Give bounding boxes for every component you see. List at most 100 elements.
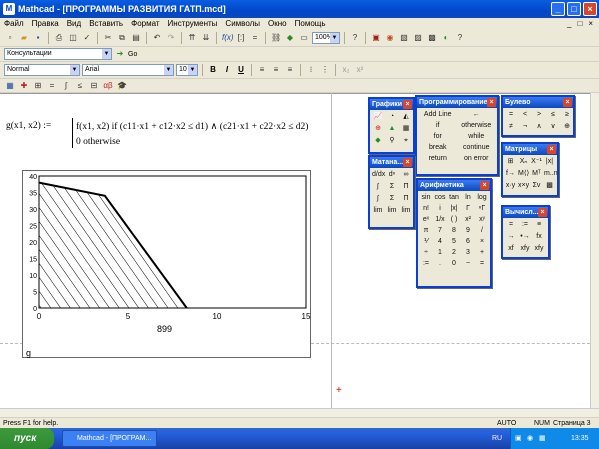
- arithmetic-key[interactable]: =: [476, 259, 488, 269]
- dot-product-icon[interactable]: x·y: [505, 181, 516, 191]
- less-equal-button[interactable]: ≤: [547, 110, 559, 120]
- piecewise-definition[interactable]: g(x1, x2) := f(x1, x2) if (c11·x1 + c12·…: [6, 118, 366, 153]
- zoom-select[interactable]: 100% ▼: [312, 31, 340, 44]
- resources-icon[interactable]: ▭: [298, 32, 310, 44]
- not-equal-button[interactable]: ≠: [505, 122, 517, 132]
- minimize-button[interactable]: _: [551, 2, 565, 16]
- align-left-icon[interactable]: ≡: [256, 64, 268, 76]
- cross-product-icon[interactable]: x×y: [518, 181, 529, 191]
- boolean-icon[interactable]: ≤: [74, 80, 86, 92]
- close-icon[interactable]: ×: [563, 98, 572, 107]
- symbolic-evaluate-button[interactable]: →: [505, 232, 517, 242]
- spell-check-icon[interactable]: ✓: [81, 32, 93, 44]
- language-indicator[interactable]: RU: [492, 428, 502, 449]
- close-icon[interactable]: ×: [538, 208, 547, 217]
- maximize-button[interactable]: □: [567, 2, 581, 16]
- arithmetic-key[interactable]: 3: [462, 248, 474, 258]
- arithmetic-key[interactable]: ln: [462, 193, 474, 203]
- indefinite-integral-icon[interactable]: ∫: [372, 194, 384, 204]
- style-select[interactable]: Normal ▼: [4, 64, 80, 76]
- arithmetic-key[interactable]: i: [434, 204, 446, 214]
- vertical-scrollbar[interactable]: [590, 93, 599, 408]
- arithmetic-key[interactable]: 2: [448, 248, 460, 258]
- infinity-icon[interactable]: ∞: [400, 170, 412, 180]
- postfix-operator-button[interactable]: xf: [505, 244, 517, 254]
- arithmetic-key[interactable]: tan: [448, 193, 460, 203]
- insert-matrix-icon[interactable]: ⊞: [505, 157, 516, 167]
- print-preview-icon[interactable]: ◫: [67, 32, 79, 44]
- tray-app-icon[interactable]: ▦: [539, 428, 546, 449]
- numbering-icon[interactable]: ⋮: [319, 64, 331, 76]
- infix-operator-button[interactable]: xfy: [519, 244, 531, 254]
- scatter-3d-icon[interactable]: ▦: [400, 124, 412, 134]
- vector-field-icon[interactable]: ◆: [372, 136, 384, 146]
- arithmetic-key[interactable]: n!: [420, 204, 432, 214]
- arithmetic-key[interactable]: eˣ: [420, 215, 432, 225]
- arithmetic-key[interactable]: ×: [476, 237, 488, 247]
- left-limit-icon[interactable]: lim: [400, 206, 412, 216]
- help-icon[interactable]: ?: [349, 32, 361, 44]
- derivative-icon[interactable]: d/dx: [372, 170, 385, 180]
- go-button[interactable]: Go: [128, 51, 137, 58]
- add-line-button[interactable]: Add Line: [419, 110, 457, 120]
- undo-icon[interactable]: ↶: [151, 32, 163, 44]
- superscript-icon[interactable]: x²: [354, 64, 366, 76]
- graph-icon[interactable]: ✚: [18, 80, 30, 92]
- product-icon[interactable]: Π: [400, 182, 412, 192]
- arithmetic-key[interactable]: π: [420, 226, 432, 236]
- taskbar-mathcad-button[interactable]: Mathcad - [ПРОГРАМ...: [62, 430, 157, 447]
- arithmetic-key[interactable]: cos: [434, 193, 446, 203]
- contour-plot-icon[interactable]: ⊕: [372, 124, 384, 134]
- definite-integral-icon[interactable]: ∫: [372, 182, 384, 192]
- limit-icon[interactable]: lim: [372, 206, 384, 216]
- evaluate-button[interactable]: =: [505, 220, 517, 230]
- trace-plot-icon[interactable]: ⌖: [400, 136, 412, 146]
- vector-sum-icon[interactable]: Σv: [531, 181, 542, 191]
- treefix-operator-button[interactable]: xfy: [533, 244, 545, 254]
- arithmetic-key[interactable]: Γ: [462, 204, 474, 214]
- close-icon[interactable]: ×: [403, 100, 412, 109]
- arithmetic-key[interactable]: 1: [434, 248, 446, 258]
- continue-button[interactable]: continue: [458, 143, 496, 153]
- arithmetic-key[interactable]: sin: [420, 193, 432, 203]
- zoom-plot-icon[interactable]: ⚲: [386, 136, 398, 146]
- menu-help[interactable]: Помощь: [291, 19, 330, 28]
- not-button[interactable]: ¬: [519, 122, 531, 132]
- arithmetic-key[interactable]: ( ): [448, 215, 460, 225]
- arithmetic-key[interactable]: .: [434, 259, 446, 269]
- prefix-operator-button[interactable]: fx: [533, 232, 545, 242]
- less-than-button[interactable]: <: [519, 110, 531, 120]
- paste-icon[interactable]: ▤: [130, 32, 142, 44]
- summation-icon[interactable]: Σ: [386, 182, 398, 192]
- mdi-minimize-button[interactable]: _: [567, 19, 571, 28]
- return-button[interactable]: return: [419, 154, 457, 164]
- right-limit-icon[interactable]: lim: [386, 206, 398, 216]
- otherwise-button[interactable]: otherwise: [458, 121, 496, 131]
- menu-window[interactable]: Окно: [264, 19, 291, 28]
- arithmetic-key[interactable]: x²: [462, 215, 474, 225]
- arithmetic-key[interactable]: 1/x: [434, 215, 446, 225]
- insert-function-icon[interactable]: f(x): [221, 32, 234, 44]
- range-variable-icon[interactable]: m..n: [544, 169, 558, 179]
- arithmetic-key[interactable]: xʸ: [476, 215, 488, 225]
- calculator-icon[interactable]: ▦: [4, 80, 16, 92]
- arithmetic-key[interactable]: +: [476, 248, 488, 258]
- surface-plot-icon[interactable]: ◭: [400, 112, 412, 122]
- nth-derivative-icon[interactable]: dⁿ: [386, 170, 398, 180]
- arithmetic-key[interactable]: 6: [462, 237, 474, 247]
- calculate-icon[interactable]: =: [249, 32, 261, 44]
- while-button[interactable]: while: [458, 132, 496, 142]
- bullets-icon[interactable]: ⁝: [305, 64, 317, 76]
- or-button[interactable]: ∨: [547, 122, 559, 132]
- horizontal-scrollbar[interactable]: [0, 408, 599, 417]
- menu-format[interactable]: Формат: [127, 19, 163, 28]
- open-icon[interactable]: ▰: [18, 32, 30, 44]
- close-icon[interactable]: ×: [547, 145, 556, 154]
- menu-file[interactable]: Файл: [0, 19, 28, 28]
- calculus-icon[interactable]: ∫: [60, 80, 72, 92]
- arithmetic-key[interactable]: 0: [448, 259, 460, 269]
- align-center-icon[interactable]: ≡: [270, 64, 282, 76]
- close-icon[interactable]: ×: [480, 181, 489, 190]
- arithmetic-key[interactable]: log: [476, 193, 488, 203]
- menu-view[interactable]: Вид: [63, 19, 85, 28]
